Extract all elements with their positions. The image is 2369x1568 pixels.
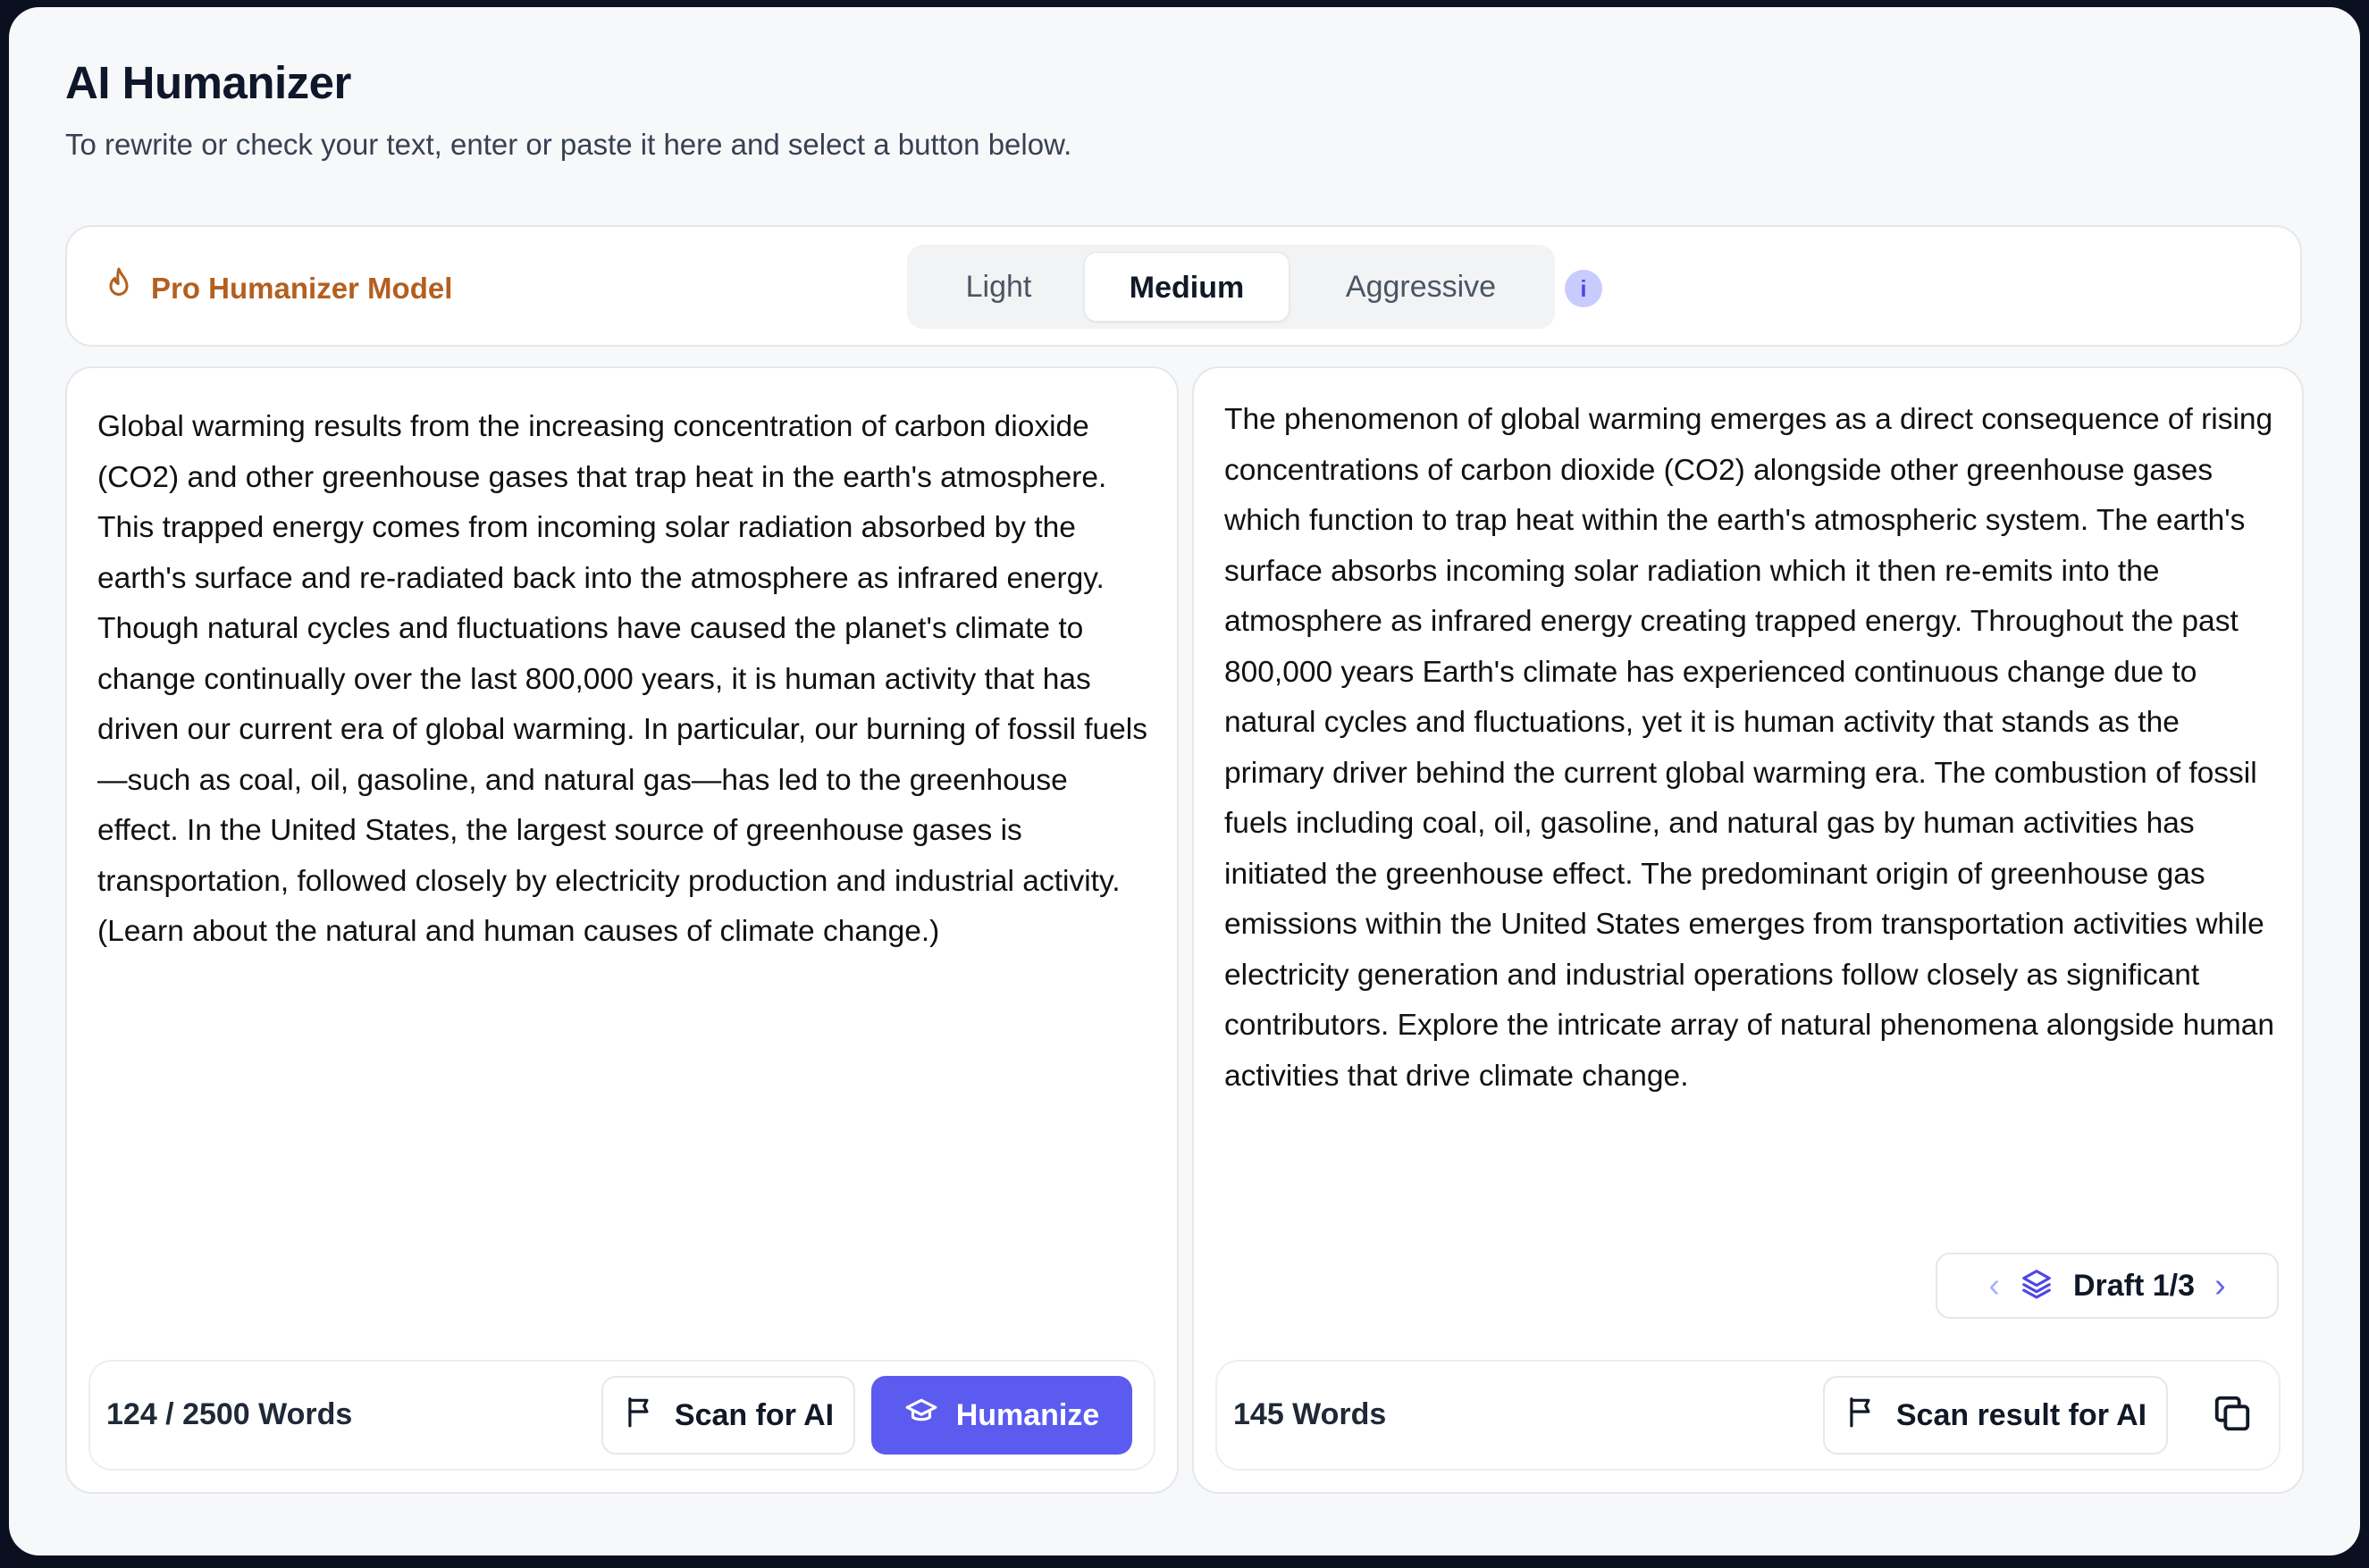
output-footer: 145 Words Scan result for AI [1215, 1360, 2281, 1471]
output-word-count: 145 Words [1233, 1397, 1387, 1431]
info-icon[interactable]: i [1565, 270, 1602, 307]
model-selector-bar: Pro Humanizer Model Light Medium Aggress… [65, 225, 2302, 347]
mode-aggressive-tab[interactable]: Aggressive [1300, 252, 1542, 322]
model-label-text: Pro Humanizer Model [151, 272, 453, 305]
humanize-label: Humanize [955, 1397, 1100, 1432]
input-panel: Global warming results from the increasi… [65, 366, 1179, 1494]
output-panel: The phenomenon of global warming emerges… [1192, 366, 2304, 1494]
mode-segmented-control: Light Medium Aggressive [907, 245, 1555, 329]
output-text: The phenomenon of global warming emerges… [1224, 403, 2275, 1093]
scan-result-for-ai-button[interactable]: Scan result for AI [1823, 1376, 2168, 1455]
draft-navigator: ‹ Draft 1/3 › [1936, 1253, 2279, 1319]
chevron-left-icon[interactable]: ‹ [1988, 1269, 2000, 1303]
copy-icon [2212, 1393, 2253, 1438]
input-word-count: 124 / 2500 Words [106, 1397, 353, 1431]
copy-button[interactable] [2204, 1387, 2261, 1444]
model-label[interactable]: Pro Humanizer Model [103, 266, 452, 311]
flag-icon [1844, 1395, 1878, 1437]
graduation-cap-icon [904, 1395, 938, 1437]
input-textarea[interactable]: Global warming results from the increasi… [97, 402, 1150, 958]
page-subtitle: To rewrite or check your text, enter or … [65, 128, 1072, 161]
scan-for-ai-button[interactable]: Scan for AI [601, 1376, 855, 1455]
input-footer: 124 / 2500 Words Scan for AI Humanize [88, 1360, 1155, 1471]
app-window: AI Humanizer To rewrite or check your te… [9, 7, 2360, 1555]
draft-label: Draft 1/3 [2072, 1268, 2196, 1303]
humanize-button[interactable]: Humanize [871, 1376, 1132, 1455]
scan-result-label: Scan result for AI [1895, 1397, 2147, 1432]
mode-medium-tab[interactable]: Medium [1084, 252, 1290, 322]
mode-light-tab[interactable]: Light [916, 252, 1081, 322]
layers-icon [2020, 1267, 2054, 1305]
page-title: AI Humanizer [65, 57, 351, 108]
flag-icon [623, 1395, 657, 1437]
scan-for-ai-label: Scan for AI [674, 1397, 835, 1432]
flame-icon [103, 266, 135, 311]
chevron-right-icon[interactable]: › [2214, 1269, 2226, 1303]
